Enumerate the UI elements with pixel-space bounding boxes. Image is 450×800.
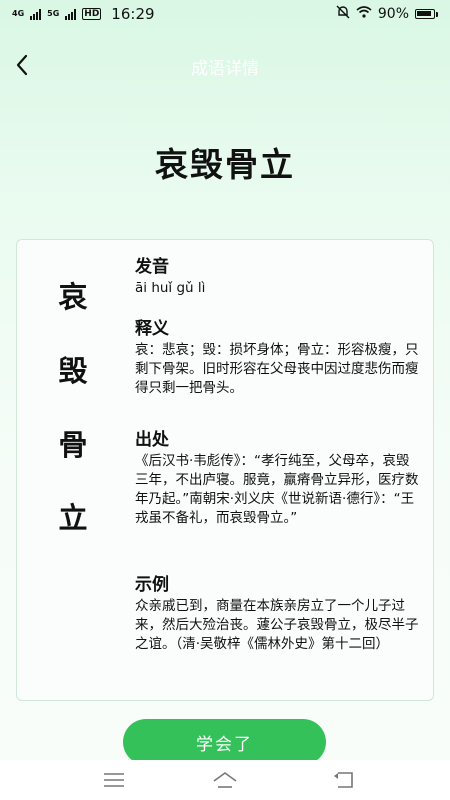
status-bar: 4G 5G HD 16:29 90% <box>0 0 450 28</box>
section-meaning: 释义 哀：悲哀；毁：损坏身体；骨立：形容极瘦，只剩下骨架。旧时形容在父母丧中因过… <box>135 318 420 398</box>
section-example: 示例 众亲戚已到，商量在本族亲房立了一个儿子过来，然后大殓治丧。蘧公子哀毁骨立，… <box>135 574 420 654</box>
idiom-char: 骨 <box>58 428 88 462</box>
idiom-char: 毁 <box>58 354 88 388</box>
battery-icon <box>415 9 438 19</box>
network-4g-label: 4G <box>12 9 25 18</box>
signal-icon <box>65 8 77 20</box>
meaning-text: 哀：悲哀；毁：损坏身体；骨立：形容极瘦，只剩下骨架。旧时形容在父母丧中因过度悲伤… <box>135 342 419 396</box>
wifi-icon <box>356 6 372 22</box>
idiom-title: 哀毁骨立 <box>155 145 295 184</box>
source-text: 《后汉书·韦彪传》：“孝行纯至，父母卒，哀毁三年，不出庐寝。服竟，羸瘠骨立异形，… <box>135 453 419 526</box>
learned-button[interactable]: 学会了 <box>123 719 326 765</box>
system-nav-bar <box>0 760 450 800</box>
section-heading: 示例 <box>135 575 169 595</box>
status-time: 16:29 <box>111 5 155 23</box>
status-right: 90% <box>336 5 438 23</box>
section-pronunciation: 发音 āi huǐ gǔ lì <box>135 256 420 298</box>
system-back-button[interactable] <box>331 768 357 792</box>
hd-badge: HD <box>82 8 102 20</box>
section-heading: 发音 <box>135 257 169 277</box>
section-heading: 出处 <box>135 430 169 450</box>
menu-icon <box>104 773 124 787</box>
back-icon <box>334 772 353 788</box>
battery-percent: 90% <box>377 6 409 22</box>
idiom-char: 立 <box>58 501 88 535</box>
idiom-char: 哀 <box>58 280 88 314</box>
pinyin-text: āi huǐ gǔ lì <box>135 280 206 296</box>
detail-card: 哀 毁 骨 立 发音 āi huǐ gǔ lì 释义 哀：悲哀；毁：损坏身体；骨… <box>16 239 434 701</box>
signal-icon <box>30 8 42 20</box>
home-button[interactable] <box>212 768 238 792</box>
status-left: 4G 5G HD 16:29 <box>12 5 155 23</box>
page-title: 成语详情 <box>191 59 259 79</box>
nav-bar: 成语详情 <box>0 40 450 90</box>
menu-button[interactable] <box>101 768 127 792</box>
mute-icon <box>336 5 350 23</box>
example-text: 众亲戚已到，商量在本族亲房立了一个儿子过来，然后大殓治丧。蘧公子哀毁骨立，极尽半… <box>135 598 419 652</box>
section-source: 出处 《后汉书·韦彪传》：“孝行纯至，父母卒，哀毁三年，不出庐寝。服竟，羸瘠骨立… <box>135 429 420 528</box>
home-icon <box>213 772 237 788</box>
network-5g-label: 5G <box>47 9 60 18</box>
section-heading: 释义 <box>135 319 169 339</box>
